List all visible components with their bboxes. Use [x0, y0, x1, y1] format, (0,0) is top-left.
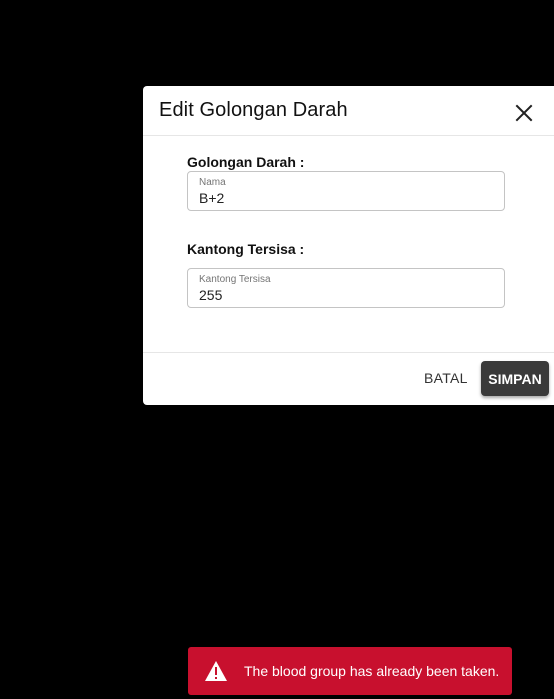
kantong-tersisa-label: Kantong Tersisa : — [187, 241, 305, 257]
dialog-header: Edit Golongan Darah — [143, 86, 554, 136]
dialog-footer: BATAL SIMPAN — [143, 352, 554, 405]
close-icon — [515, 104, 533, 122]
error-toast: The blood group has already been taken. — [188, 647, 512, 695]
edit-dialog: Edit Golongan Darah Golongan Darah : Nam… — [143, 86, 554, 405]
nama-field-value[interactable]: B+2 — [199, 190, 224, 206]
kantong-tersisa-field-label: Kantong Tersisa — [199, 274, 271, 285]
toast-message: The blood group has already been taken. — [244, 663, 500, 679]
nama-field[interactable]: Nama B+2 — [187, 171, 505, 211]
cancel-button[interactable]: BATAL — [424, 370, 468, 386]
dialog-title: Edit Golongan Darah — [159, 99, 348, 121]
golongan-darah-label: Golongan Darah : — [187, 154, 305, 170]
nama-field-label: Nama — [199, 177, 226, 188]
warning-icon — [205, 661, 227, 681]
kantong-tersisa-field[interactable]: Kantong Tersisa 255 — [187, 268, 505, 308]
close-button[interactable] — [512, 101, 536, 125]
kantong-tersisa-field-value[interactable]: 255 — [199, 287, 222, 303]
save-button[interactable]: SIMPAN — [481, 361, 549, 396]
